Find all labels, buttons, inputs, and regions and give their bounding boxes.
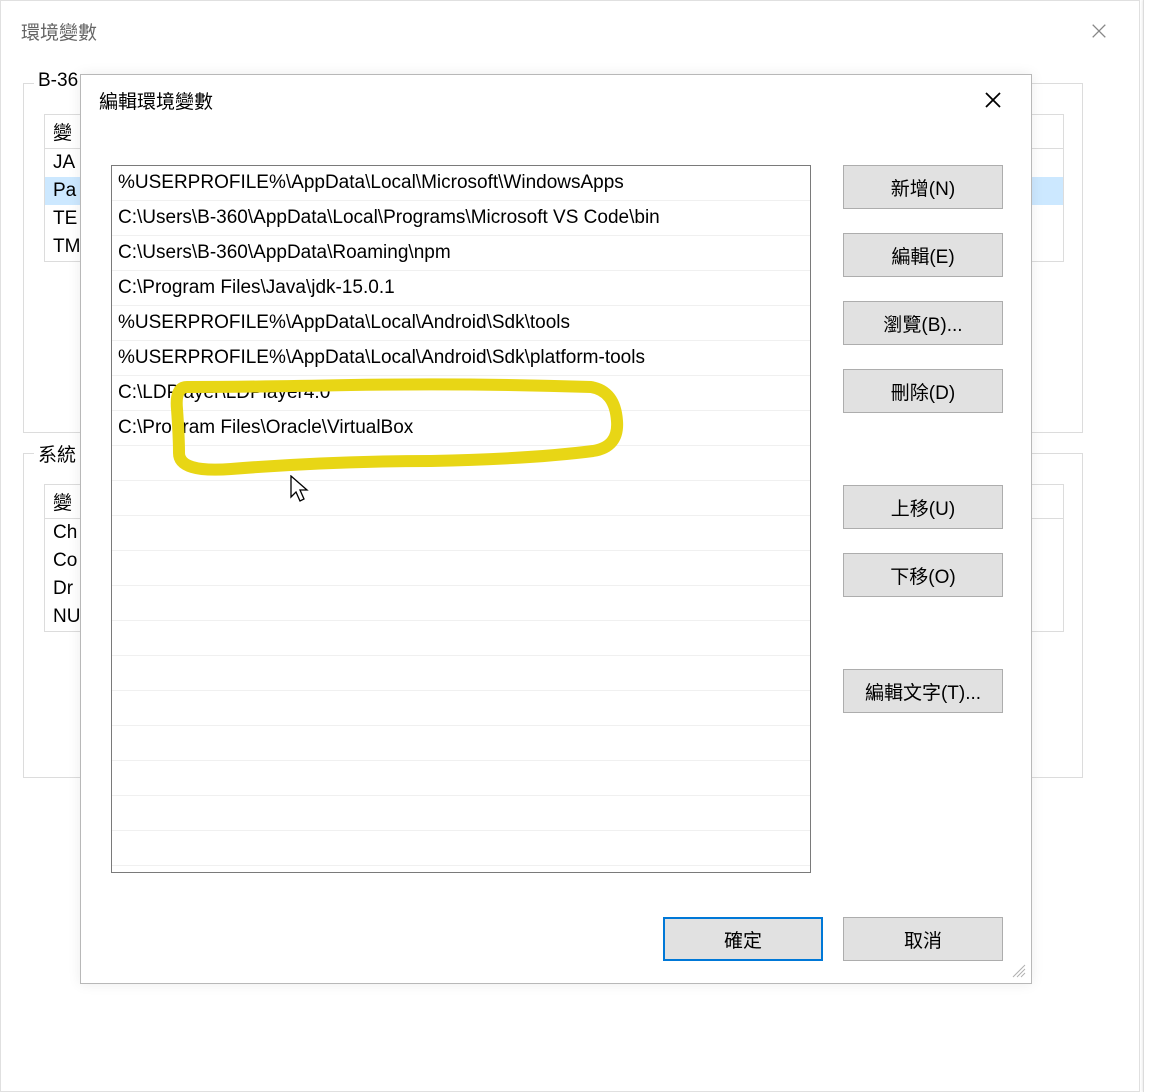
list-item[interactable]: [112, 726, 810, 761]
inner-dialog-title: 編輯環境變數: [99, 87, 213, 114]
list-item[interactable]: [112, 796, 810, 831]
list-item[interactable]: [112, 761, 810, 796]
list-item[interactable]: %USERPROFILE%\AppData\Local\Android\Sdk\…: [112, 341, 810, 376]
list-item[interactable]: C:\Program Files\Oracle\VirtualBox: [112, 411, 810, 446]
list-item[interactable]: %USERPROFILE%\AppData\Local\Microsoft\Wi…: [112, 166, 810, 201]
inner-titlebar: 編輯環境變數: [81, 75, 1031, 125]
path-entries-list[interactable]: %USERPROFILE%\AppData\Local\Microsoft\Wi…: [111, 165, 811, 873]
list-item[interactable]: [112, 621, 810, 656]
close-icon[interactable]: [1079, 11, 1119, 51]
system-variables-legend: 系統: [34, 440, 80, 467]
edit-text-button[interactable]: 編輯文字(T)...: [843, 669, 1003, 713]
list-item[interactable]: [112, 691, 810, 726]
move-down-button[interactable]: 下移(O): [843, 553, 1003, 597]
list-item[interactable]: [112, 446, 810, 481]
list-item[interactable]: [112, 481, 810, 516]
list-item[interactable]: C:\Program Files\Java\jdk-15.0.1: [112, 271, 810, 306]
list-item[interactable]: [112, 516, 810, 551]
close-icon[interactable]: [973, 80, 1013, 120]
right-edge-panel: [1143, 0, 1152, 1092]
user-variables-legend: B-36: [34, 70, 82, 92]
cancel-button[interactable]: 取消: [843, 917, 1003, 961]
ok-button[interactable]: 確定: [663, 917, 823, 961]
new-button[interactable]: 新增(N): [843, 165, 1003, 209]
list-item[interactable]: [112, 586, 810, 621]
bottom-buttons: 確定 取消: [663, 917, 1003, 961]
move-up-button[interactable]: 上移(U): [843, 485, 1003, 529]
outer-dialog-title: 環境變數: [21, 18, 97, 45]
list-item[interactable]: [112, 656, 810, 691]
outer-titlebar: 環境變數: [1, 1, 1139, 61]
list-item[interactable]: C:\Users\B-360\AppData\Roaming\npm: [112, 236, 810, 271]
list-item[interactable]: [112, 831, 810, 866]
resize-grip-icon[interactable]: [1009, 961, 1027, 979]
edit-environment-variable-dialog: 編輯環境變數 %USERPROFILE%\AppData\Local\Micro…: [80, 74, 1032, 984]
list-item[interactable]: C:\LDPlayer\LDPlayer4.0: [112, 376, 810, 411]
side-buttons: 新增(N) 編輯(E) 瀏覽(B)... 刪除(D) 上移(U) 下移(O) 編…: [843, 165, 1003, 713]
browse-button[interactable]: 瀏覽(B)...: [843, 301, 1003, 345]
list-item[interactable]: %USERPROFILE%\AppData\Local\Android\Sdk\…: [112, 306, 810, 341]
list-item[interactable]: [112, 551, 810, 586]
delete-button[interactable]: 刪除(D): [843, 369, 1003, 413]
list-item[interactable]: C:\Users\B-360\AppData\Local\Programs\Mi…: [112, 201, 810, 236]
edit-button[interactable]: 編輯(E): [843, 233, 1003, 277]
